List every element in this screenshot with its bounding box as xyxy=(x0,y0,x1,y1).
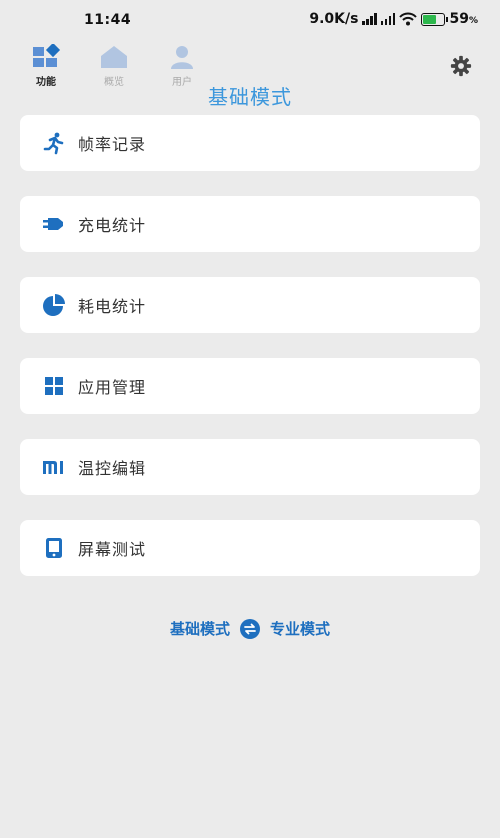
pie-chart-icon xyxy=(43,294,65,316)
battery-level xyxy=(423,14,437,24)
menu-item-label: 耗电统计 xyxy=(78,297,147,316)
gear-icon[interactable] xyxy=(450,55,472,77)
menu-item-label: 帧率记录 xyxy=(78,135,147,154)
grid-icon xyxy=(33,44,61,67)
swap-icon[interactable] xyxy=(240,618,260,639)
status-indicators: 9.0K/s 59% xyxy=(309,11,478,27)
page-title: 基础模式 xyxy=(208,85,292,109)
battery-percent: 59% xyxy=(449,11,478,27)
home-icon xyxy=(101,46,127,68)
network-speed: 9.0K/s xyxy=(309,11,359,27)
menu-item-thermal-edit[interactable]: 温控编辑 xyxy=(20,439,480,495)
signal-icon xyxy=(380,13,396,25)
menu-item-app-management[interactable]: 应用管理 xyxy=(20,358,480,414)
signal-icon xyxy=(362,13,377,25)
mi-logo-icon xyxy=(43,461,63,474)
apps-grid-icon xyxy=(45,377,63,395)
wifi-icon xyxy=(399,12,418,26)
status-time: 11:44 xyxy=(84,12,132,28)
tablet-icon xyxy=(46,538,62,558)
menu-item-label: 应用管理 xyxy=(78,378,147,397)
menu-item-screen-test[interactable]: 屏幕测试 xyxy=(20,520,480,576)
menu-item-frame-rate[interactable]: 帧率记录 xyxy=(20,115,480,171)
menu-item-label: 充电统计 xyxy=(78,216,147,235)
menu-item-label: 屏幕测试 xyxy=(78,540,147,559)
running-icon xyxy=(43,132,64,155)
menu-item-charging-stats[interactable]: 充电统计 xyxy=(20,196,480,252)
battery-icon xyxy=(421,12,449,26)
status-bar: 11:44 9.0K/s 59% xyxy=(0,0,500,40)
menu-list: 帧率记录 充电统计 耗电统计 应用管理 温控编辑 屏幕测试 xyxy=(20,115,480,601)
charger-icon xyxy=(43,218,63,230)
mode-switch: 基础模式 专业模式 xyxy=(0,618,500,639)
menu-item-label: 温控编辑 xyxy=(78,459,147,478)
user-icon xyxy=(171,46,193,69)
basic-mode-link[interactable]: 基础模式 xyxy=(170,618,230,639)
pro-mode-link[interactable]: 专业模式 xyxy=(270,618,330,639)
menu-item-power-stats[interactable]: 耗电统计 xyxy=(20,277,480,333)
